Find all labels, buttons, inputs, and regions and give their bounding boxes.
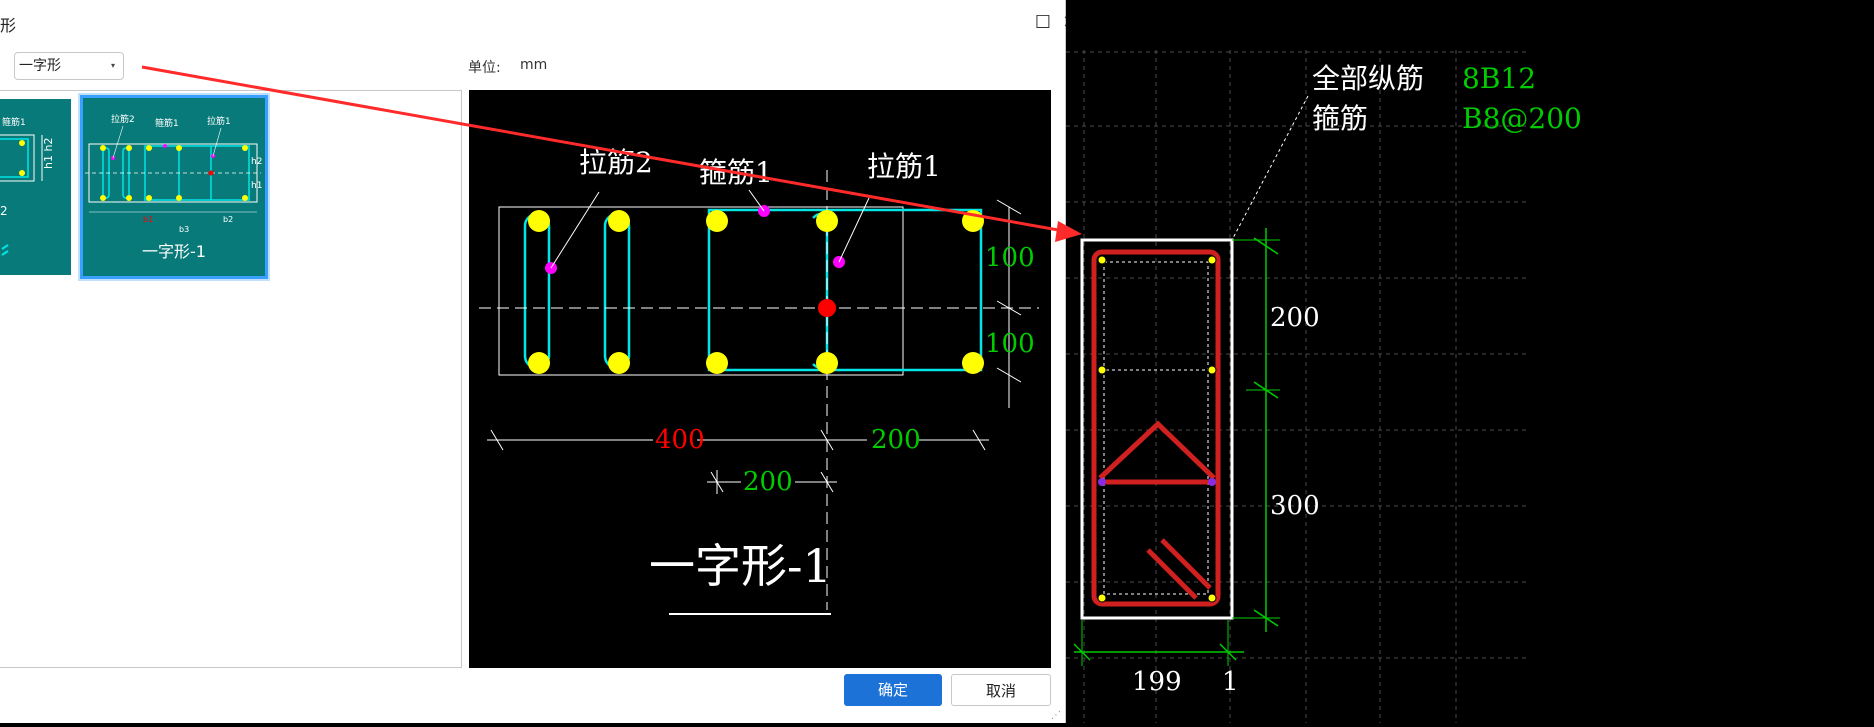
stirrup-value: B8@200 [1462,102,1582,135]
template-thumbnail[interactable]: 箍筋1 h1 h2 2 [0,99,71,275]
cad-canvas[interactable]: 全部纵筋 8B12 箍筋 B8@200 200 300 199 1 [1066,0,1874,723]
resize-grip-icon[interactable]: ⋰ [1051,710,1061,721]
stirrup-label: 箍筋 [1312,102,1368,135]
dialog-title: 形 [0,16,17,35]
preview-drawing: 拉筋2 箍筋1 拉筋1 100 100 400 200 200 一字形-1 [479,146,1039,615]
thumb-label: 箍筋1 [2,116,26,128]
thumb-label: b1 [143,215,153,224]
cancel-button[interactable]: 取消 [951,674,1051,706]
ok-button[interactable]: 确定 [844,674,942,706]
section-type-select[interactable]: 一字形 ▾ [14,52,124,80]
tie1-label: 拉筋1 [867,150,941,183]
section-type-value: 一字形 [19,58,61,74]
dim-right-top: 100 [985,243,1035,273]
tie2-label: 拉筋2 [579,146,653,179]
thumbnail-drawing: 箍筋1 h1 h2 2 [0,116,55,256]
dim-bottom-left: 400 [655,425,705,455]
unit-value: mm [520,57,548,73]
long-bars-label: 全部纵筋 [1312,62,1424,95]
cad-drawing: 全部纵筋 8B12 箍筋 B8@200 200 300 199 1 [1066,50,1582,723]
thumbnail-drawing: 拉筋2 箍筋1 拉筋1 h2 h1 b1 b3 b2 [85,113,262,234]
thumb-label: b2 [223,215,233,224]
preview-caption: 一字形-1 [649,539,832,593]
stirrup1-label: 箍筋1 [699,156,773,189]
thumb-label: 箍筋1 [155,117,179,129]
thumb-label: h1 [251,181,262,191]
section-editor-dialog: 形 ☐ ✕ 一字形 ▾ 单位: mm 箍筋1 h1 h2 2 拉筋2 [0,0,1078,723]
thumb-label: 拉筋2 [111,113,135,125]
cad-dim-lower: 300 [1270,491,1320,521]
dim-bottom-middle: 200 [743,467,793,497]
dim-bottom-right: 200 [871,425,921,455]
thumb-label: h1 h2 [42,138,55,169]
thumb-label: b3 [179,225,189,234]
thumbnail-caption: 一字形-1 [142,242,206,261]
thumb-label: 拉筋1 [207,115,231,127]
template-list: 箍筋1 h1 h2 2 拉筋2 箍筋1 拉筋1 h2 h1 b1 b3 b2 一… [0,90,462,668]
dim-right-bottom: 100 [985,329,1035,359]
cad-dim-width: 199 [1132,667,1182,697]
chevron-down-icon: ▾ [110,61,115,70]
unit-label: 单位: [468,60,501,76]
section-preview: 拉筋2 箍筋1 拉筋1 100 100 400 200 200 一字形-1 [469,90,1051,668]
cad-dim-upper: 200 [1270,303,1320,333]
template-thumbnail-selected[interactable]: 拉筋2 箍筋1 拉筋1 h2 h1 b1 b3 b2 一字形-1 [80,95,268,279]
long-bars-value: 8B12 [1462,62,1536,95]
maximize-icon[interactable]: ☐ [1032,12,1054,34]
thumb-label: h2 [251,157,262,167]
cad-dim-small: 1 [1222,667,1239,697]
thumb-label: 2 [0,204,8,218]
